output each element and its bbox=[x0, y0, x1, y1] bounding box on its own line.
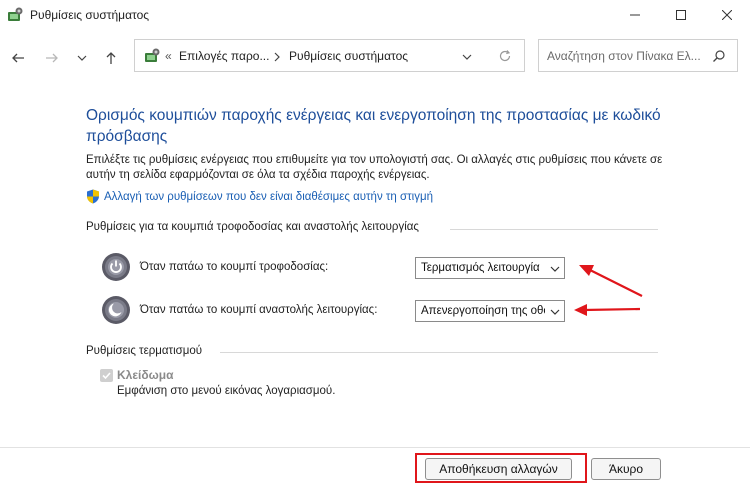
annotation-arrows bbox=[574, 265, 643, 316]
annotation-arrow-sleep bbox=[574, 304, 641, 316]
annotation-arrow-power bbox=[579, 265, 643, 297]
